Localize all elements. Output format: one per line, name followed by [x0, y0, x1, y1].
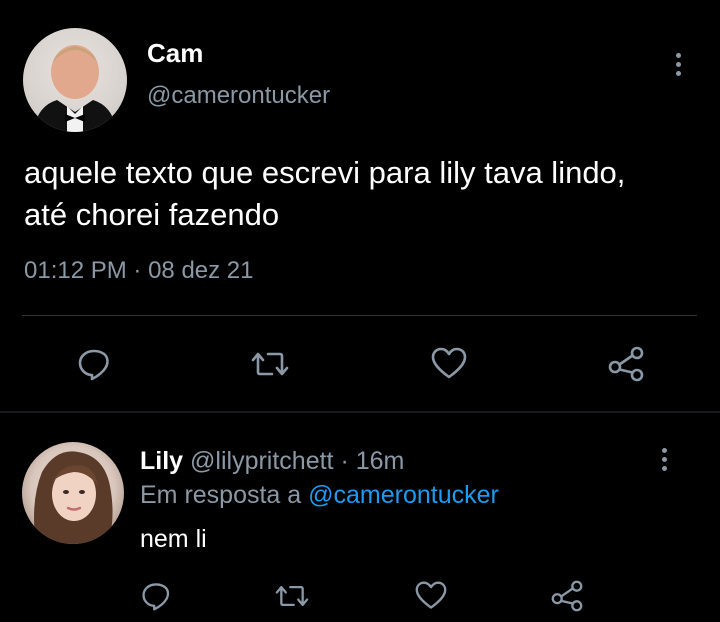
retweet-icon [275, 585, 309, 607]
heart-icon [415, 581, 447, 609]
tweet-text: aquele texto que escrevi para lily tava … [24, 155, 626, 232]
section-divider [0, 411, 720, 413]
reply-meta-separator: · [340, 447, 349, 475]
share-icon [608, 346, 644, 382]
reply-age: 16m [355, 447, 405, 475]
reply-author-name[interactable]: Lily [140, 447, 183, 475]
retweet-button[interactable] [248, 344, 292, 384]
tweet-date: 08 dez 21 [148, 257, 254, 284]
reply-context: Em resposta a @camerontucker [140, 481, 499, 510]
reply-author-handle[interactable]: @lilypritchett [190, 447, 333, 475]
reply-header: Lily @lilypritchett · 16m [140, 447, 404, 476]
reply-context-prefix: Em resposta a [140, 481, 302, 509]
author-handle[interactable]: @camerontucker [147, 82, 330, 110]
tweet-time: 01:12 PM [24, 257, 127, 284]
heart-icon [431, 347, 467, 379]
reply-mention-link[interactable]: @camerontucker [308, 481, 499, 509]
avatar-portrait [33, 45, 117, 132]
reply-retweet-button[interactable] [272, 578, 312, 614]
author-name[interactable]: Cam [147, 38, 203, 69]
reply-text: nem li [140, 525, 207, 553]
speech-bubble-icon [142, 583, 170, 611]
reply-share-button[interactable] [547, 578, 587, 614]
more-options-icon[interactable] [676, 53, 686, 80]
share-button[interactable] [604, 344, 648, 384]
avatar-portrait [34, 451, 113, 544]
speech-bubble-icon [78, 349, 109, 381]
reply-reply-button[interactable] [136, 578, 176, 614]
reply-author-avatar[interactable] [22, 442, 124, 544]
divider [22, 315, 697, 316]
reply-button[interactable] [72, 344, 116, 384]
meta-separator: · [133, 257, 142, 284]
tweet-timestamp: 01:12 PM · 08 dez 21 [24, 257, 254, 285]
retweet-icon [251, 352, 289, 376]
author-avatar[interactable] [23, 28, 127, 132]
reply-more-options-icon[interactable] [662, 448, 672, 475]
like-button[interactable] [427, 344, 471, 384]
share-icon [551, 580, 583, 612]
reply-like-button[interactable] [411, 578, 451, 614]
